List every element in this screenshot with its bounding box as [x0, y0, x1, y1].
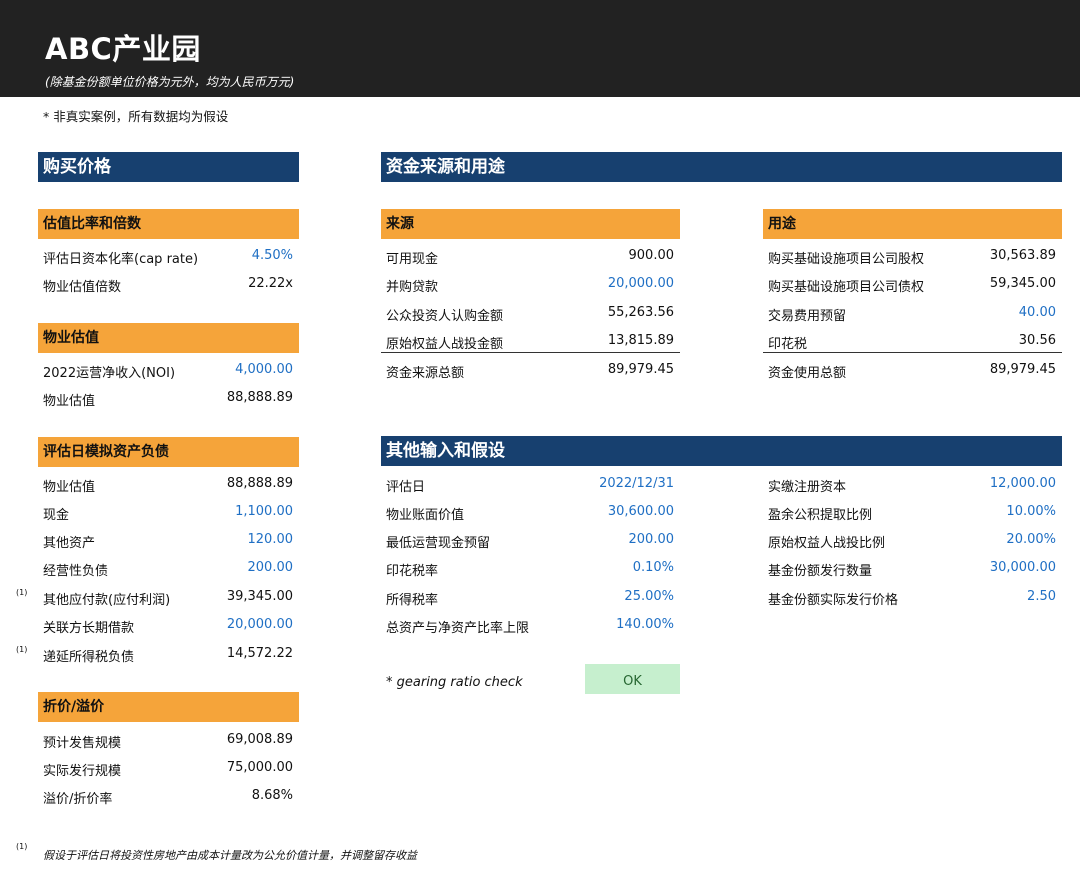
row-registered-capital: 实缴注册资本 12,000.00	[768, 476, 1056, 495]
row-book-value: 物业账面价值 30,600.00	[386, 504, 674, 523]
footnote-text: 假设于评估日将投资性房地产由成本计量改为公允价值计量，并调整留存收益	[43, 849, 417, 862]
gearing-check-label: * gearing ratio check	[386, 675, 523, 690]
page-subtitle: (除基金份额单位价格为元外，均为人民币万元)	[45, 75, 295, 89]
row-valuation-date: 评估日 2022/12/31	[386, 476, 674, 495]
row-cash: 现金 1,100.00	[43, 504, 293, 523]
gearing-check-status: OK	[585, 664, 680, 694]
subsection-balance-sheet: 评估日模拟资产负债	[38, 437, 299, 467]
subsection-sources: 来源	[381, 209, 680, 239]
row-noi: 2022运营净收入(NOI) 4,000.00	[43, 362, 293, 381]
row-other-assets: 其他资产 120.00	[43, 532, 293, 551]
subsection-valuation-ratio: 估值比率和倍数	[38, 209, 299, 239]
row-debt-purchase: 购买基础设施项目公司债权 59,345.00	[768, 276, 1056, 295]
row-valuation-multiple: 物业估值倍数 22.22x	[43, 276, 293, 295]
row-bs-property-value: 物业估值 88,888.89	[43, 476, 293, 495]
section-purchase-price: 购买价格	[38, 152, 299, 182]
row-sources-total: 资金来源总额 89,979.45	[381, 352, 680, 381]
row-uses-total: 资金使用总额 89,979.45	[763, 352, 1062, 381]
row-property-value: 物业估值 88,888.89	[43, 390, 293, 409]
row-surplus-reserve: 盈余公积提取比例 10.00%	[768, 504, 1056, 523]
row-available-cash: 可用现金 900.00	[386, 248, 674, 267]
row-issue-price: 基金份额实际发行价格 2.50	[768, 589, 1056, 608]
report-header: ABC产业园 (除基金份额单位价格为元外，均为人民币万元)	[0, 0, 1080, 97]
footnote-marker: (1)	[16, 842, 28, 851]
row-transaction-fees: 交易费用预留 40.00	[768, 305, 1056, 324]
row-deferred-tax: 递延所得税负债 14,572.22	[43, 646, 293, 665]
subsection-discount-premium: 折价/溢价	[38, 692, 299, 722]
row-operating-liabilities: 经营性负债 200.00	[43, 560, 293, 579]
page-title: ABC产业园	[45, 32, 201, 66]
row-expected-offering: 预计发售规模 69,008.89	[43, 732, 293, 751]
row-min-cash-reserve: 最低运营现金预留 200.00	[386, 532, 674, 551]
row-stamp-rate: 印花税率 0.10%	[386, 560, 674, 579]
row-cap-rate: 评估日资本化率(cap rate) 4.50%	[43, 248, 293, 267]
row-acquisition-loan: 并购贷款 20,000.00	[386, 276, 674, 295]
subsection-property-valuation: 物业估值	[38, 323, 299, 353]
row-stamp-duty: 印花税 30.56	[768, 333, 1056, 352]
row-related-party-loan: 关联方长期借款 20,000.00	[43, 617, 293, 636]
row-public-subscription: 公众投资人认购金额 55,263.56	[386, 305, 674, 324]
footnote-marker: (1)	[16, 645, 28, 654]
subsection-uses: 用途	[763, 209, 1062, 239]
row-other-payables: 其他应付款(应付利润) 39,345.00	[43, 589, 293, 608]
row-actual-offering: 实际发行规模 75,000.00	[43, 760, 293, 779]
section-other-assumptions: 其他输入和假设	[381, 436, 1062, 466]
row-premium-rate: 溢价/折价率 8.68%	[43, 788, 293, 807]
section-sources-uses: 资金来源和用途	[381, 152, 1062, 182]
row-equity-purchase: 购买基础设施项目公司股权 30,563.89	[768, 248, 1056, 267]
row-strategic-ratio: 原始权益人战投比例 20.00%	[768, 532, 1056, 551]
row-units-issued: 基金份额发行数量 30,000.00	[768, 560, 1056, 579]
disclaimer-note: * 非真实案例，所有数据均为假设	[43, 109, 229, 124]
row-original-strategic: 原始权益人战投金额 13,815.89	[386, 333, 674, 352]
row-income-tax-rate: 所得税率 25.00%	[386, 589, 674, 608]
footnote-marker: (1)	[16, 588, 28, 597]
row-gearing-cap: 总资产与净资产比率上限 140.00%	[386, 617, 674, 636]
